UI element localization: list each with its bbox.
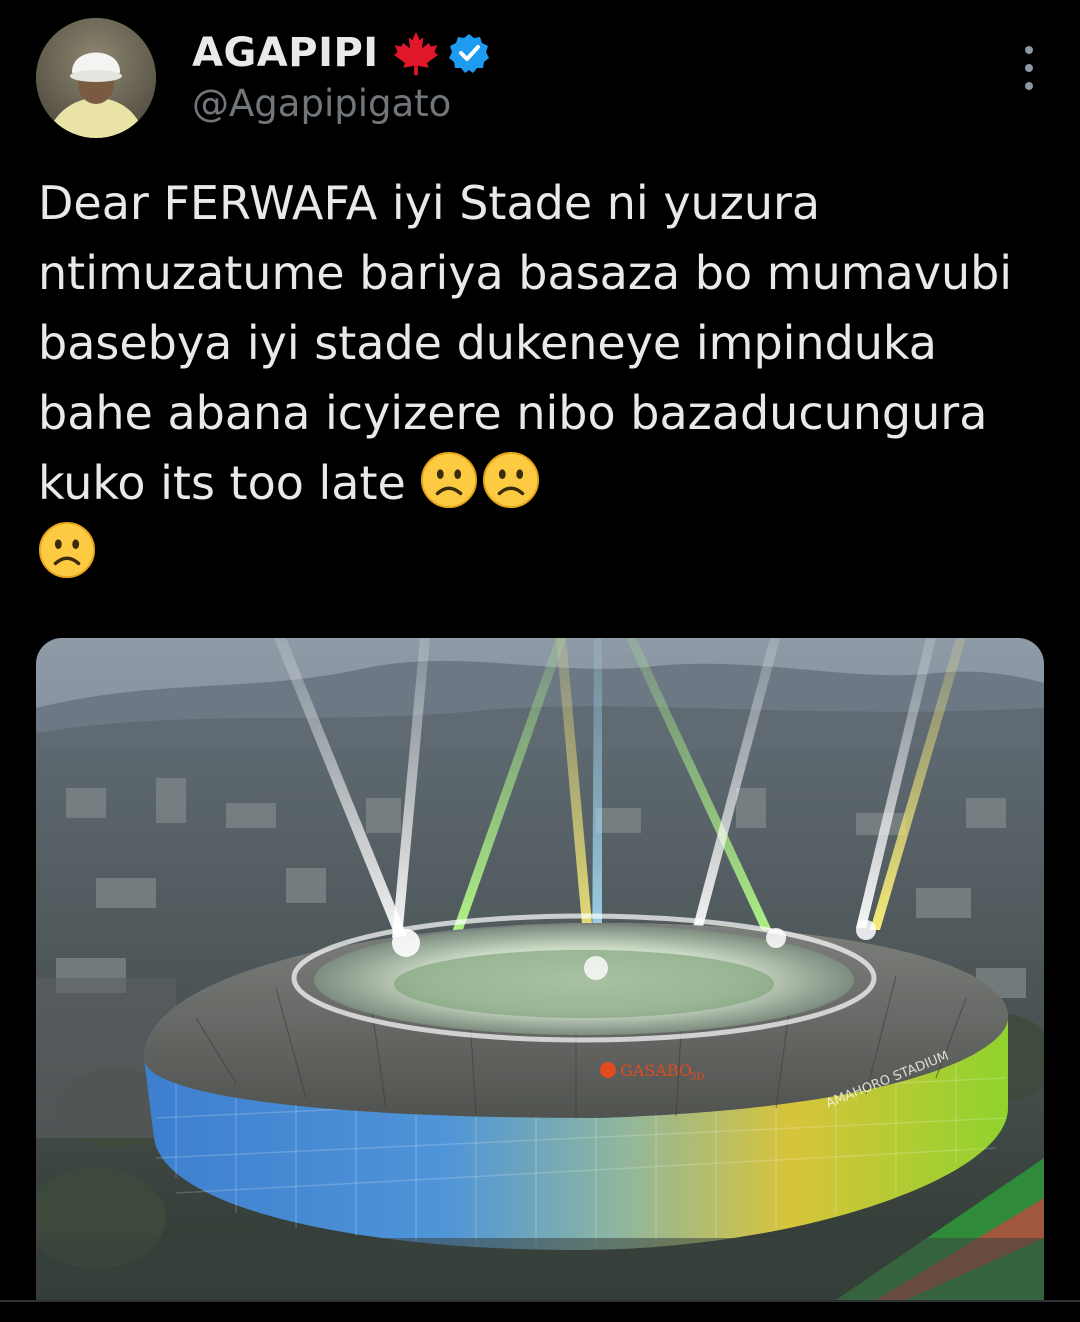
author-avatar[interactable] xyxy=(36,18,156,138)
author-display-name[interactable]: AGAPIPI xyxy=(192,30,379,76)
stadium-rendering-image: GASABO 3D AMAHORO STADIUM xyxy=(36,638,1044,1300)
frowning-face-emoji-icon xyxy=(38,521,96,579)
frowning-face-emoji-icon xyxy=(483,451,540,509)
tweet-media-image[interactable]: GASABO 3D AMAHORO STADIUM xyxy=(36,638,1044,1300)
avatar-image xyxy=(36,18,156,138)
author-block[interactable]: AGAPIPI @Agapipigato xyxy=(192,26,489,125)
more-dot xyxy=(1025,64,1033,72)
verified-badge-icon xyxy=(448,34,489,73)
author-handle[interactable]: @Agapipigato xyxy=(192,82,489,125)
more-dot xyxy=(1025,82,1033,90)
gasabo-logo-sub: 3D xyxy=(690,1072,704,1083)
tweet-body: Dear FERWAFA iyi Stade ni yuzura ntimuza… xyxy=(38,168,1048,588)
gasabo-logo-text: GASABO xyxy=(620,1061,692,1080)
maple-leaf-icon xyxy=(393,31,438,76)
tweet-header: AGAPIPI @Agapipigato xyxy=(36,18,1044,148)
tweet-divider xyxy=(0,1300,1080,1302)
more-vertical-icon xyxy=(1025,46,1033,54)
more-options-button[interactable] xyxy=(1014,46,1044,90)
frowning-face-emoji-icon xyxy=(421,451,478,509)
name-row: AGAPIPI xyxy=(192,26,489,80)
